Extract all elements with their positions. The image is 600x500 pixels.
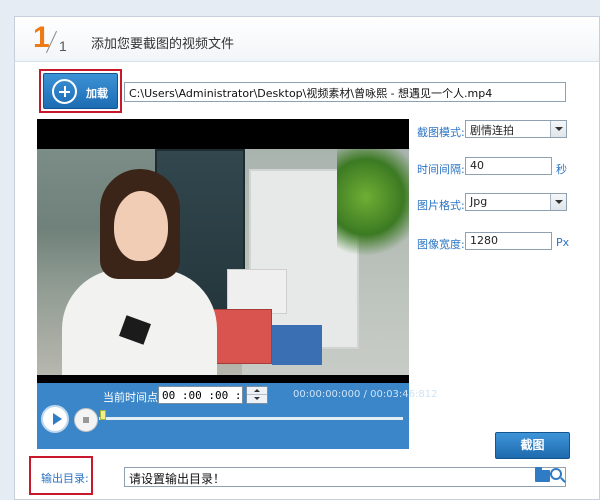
step-header: 1 1 添加您要截图的视频文件 bbox=[14, 16, 600, 62]
video-preview bbox=[37, 119, 409, 383]
mode-label: 截图模式: bbox=[417, 126, 465, 139]
width-unit: Px bbox=[556, 236, 570, 249]
progress-thumb[interactable] bbox=[100, 410, 106, 420]
current-time-input[interactable]: 00 :00 :00 :000 bbox=[158, 386, 243, 404]
player-controls: 当前时间点: 00 :00 :00 :000 00:00:00:000 / 00… bbox=[37, 383, 437, 449]
spin-down-icon[interactable] bbox=[247, 395, 267, 403]
output-dir-field[interactable]: 请设置输出目录！ bbox=[124, 467, 566, 487]
time-display: 00:00:00:000 / 00:03:46:812 bbox=[293, 389, 438, 400]
load-button[interactable]: 加载 bbox=[43, 73, 118, 109]
search-icon[interactable] bbox=[550, 468, 562, 480]
step-title: 添加您要截图的视频文件 bbox=[91, 37, 235, 52]
mode-select[interactable]: 剧情连拍 bbox=[465, 120, 567, 138]
current-time-label: 当前时间点: bbox=[103, 391, 162, 404]
width-label: 图像宽度: bbox=[417, 238, 465, 251]
folder-icon[interactable] bbox=[535, 467, 550, 482]
mode-select-value: 剧情连拍 bbox=[470, 124, 514, 137]
video-frame-image bbox=[37, 149, 409, 375]
plus-circle-icon bbox=[52, 79, 77, 104]
progress-track[interactable] bbox=[99, 417, 403, 420]
load-button-label: 加载 bbox=[86, 87, 108, 100]
chevron-down-icon[interactable] bbox=[550, 121, 566, 137]
interval-input[interactable]: 40 bbox=[465, 157, 552, 175]
format-select[interactable]: Jpg bbox=[465, 193, 567, 211]
step-total: 1 bbox=[59, 38, 67, 54]
interval-unit: 秒 bbox=[556, 163, 567, 176]
play-button[interactable] bbox=[41, 405, 69, 433]
file-path-field[interactable]: C:\Users\Administrator\Desktop\视频素材\曾咏熙 … bbox=[124, 82, 566, 102]
interval-label: 时间间隔: bbox=[417, 163, 465, 176]
output-label: 输出目录: bbox=[41, 472, 89, 485]
format-select-value: Jpg bbox=[470, 195, 488, 208]
capture-button[interactable]: 截图 bbox=[495, 432, 570, 459]
time-spinner[interactable] bbox=[246, 386, 268, 404]
width-input[interactable]: 1280 bbox=[465, 232, 552, 250]
stop-button[interactable] bbox=[74, 408, 98, 432]
chevron-down-icon[interactable] bbox=[550, 194, 566, 210]
format-label: 图片格式: bbox=[417, 199, 465, 212]
spin-up-icon[interactable] bbox=[247, 387, 267, 395]
